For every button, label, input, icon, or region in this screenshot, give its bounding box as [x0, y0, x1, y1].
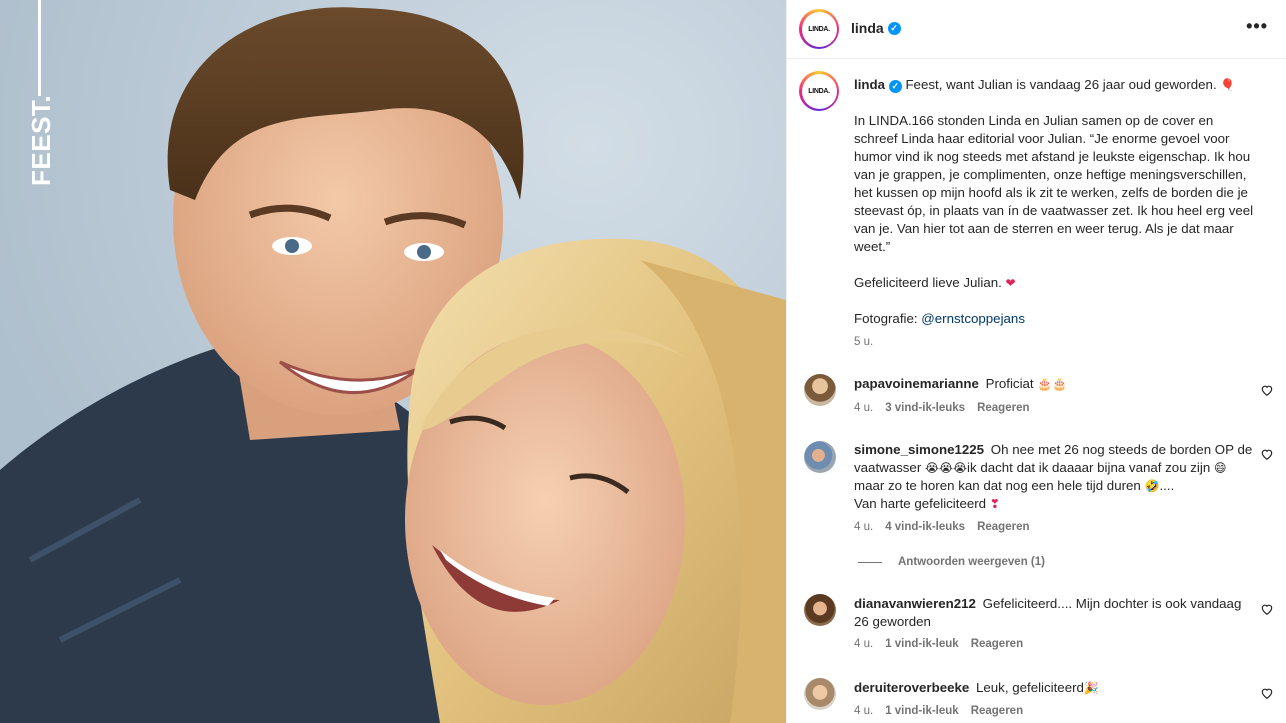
- caption-username[interactable]: linda: [854, 77, 885, 92]
- commenter-username[interactable]: simone_simone1225: [854, 442, 984, 457]
- post-panel: LINDA. linda ✓ ••• LINDA. linda ✓ Feest,…: [786, 0, 1286, 723]
- comment-likes[interactable]: 3 vind-ik-leuks: [885, 402, 965, 414]
- caption-timestamp[interactable]: 5 u.: [854, 336, 873, 348]
- caption-avatar[interactable]: LINDA.: [799, 71, 839, 111]
- photo-credit-label: Fotografie:: [854, 311, 918, 326]
- comment-meta: 4 u. 1 vind-ik-leuk Reageren: [854, 638, 1023, 650]
- heart-emoji: ❤: [1005, 276, 1016, 290]
- avatar-logo: LINDA.: [801, 11, 837, 47]
- view-replies-label: Antwoorden weergeven (1): [898, 556, 1045, 568]
- photo-overlay-text: FEEST.: [26, 94, 56, 186]
- comment-body: maar zo te horen kan dat nog een hele ti…: [854, 478, 1141, 493]
- comment-likes[interactable]: 1 vind-ik-leuk: [885, 638, 959, 650]
- comment-likes[interactable]: 1 vind-ik-leuk: [885, 705, 959, 717]
- like-heart-icon[interactable]: [1260, 383, 1274, 397]
- photo-decor-line: [38, 0, 41, 96]
- reply-button[interactable]: Reageren: [977, 402, 1029, 414]
- comment-time[interactable]: 4 u.: [854, 402, 873, 414]
- avatar-logo: LINDA.: [801, 73, 837, 109]
- crying-emoji: 😭😭😭: [924, 461, 968, 475]
- reply-button[interactable]: Reageren: [971, 705, 1023, 717]
- header-username[interactable]: linda: [851, 20, 884, 36]
- commenter-username[interactable]: dianavanwieren212: [854, 596, 976, 611]
- commenter-username[interactable]: papavoinemarianne: [854, 376, 979, 391]
- comment-body: ik dacht dat ik daaaar bijna vanaf zou z…: [967, 460, 1211, 475]
- commenter-avatar[interactable]: [804, 374, 836, 406]
- comment-likes[interactable]: 4 vind-ik-leuks: [885, 521, 965, 533]
- caption-congrats: Gefeliciteerd lieve Julian.: [854, 275, 1002, 290]
- like-heart-icon[interactable]: [1260, 602, 1274, 616]
- grin-emoji: 😄: [1213, 461, 1227, 475]
- heart-exclamation-emoji: ❣: [989, 497, 1000, 511]
- comment-meta: 4 u. 1 vind-ik-leuk Reageren: [854, 705, 1023, 717]
- balloon-emoji: 🎈: [1220, 78, 1236, 92]
- post-photo[interactable]: FEEST.: [0, 0, 786, 723]
- commenter-avatar[interactable]: [804, 441, 836, 473]
- comment-text: simone_simone1225 Oh nee met 26 nog stee…: [854, 441, 1254, 513]
- caption-first-line: Feest, want Julian is vandaag 26 jaar ou…: [905, 77, 1217, 92]
- party-popper-emoji: 🎉: [1083, 681, 1099, 695]
- reply-button[interactable]: Reageren: [971, 638, 1023, 650]
- more-options-icon[interactable]: •••: [1246, 16, 1268, 37]
- comment-time[interactable]: 4 u.: [854, 638, 873, 650]
- comment-text: dianavanwieren212 Gefeliciteerd.... Mijn…: [854, 595, 1254, 631]
- header-avatar[interactable]: LINDA.: [799, 9, 839, 49]
- commenter-avatar[interactable]: [804, 594, 836, 626]
- replies-divider: [858, 561, 882, 563]
- like-heart-icon[interactable]: [1260, 447, 1274, 461]
- rofl-emoji: 🤣: [1144, 479, 1160, 493]
- photo-credit-link[interactable]: @ernstcoppejans: [921, 311, 1025, 326]
- comment-text: papavoinemarianne Proficiat 🎂🎂: [854, 375, 1254, 393]
- verified-badge-icon: ✓: [888, 80, 902, 93]
- comment-meta: 4 u. 3 vind-ik-leuks Reageren: [854, 402, 1030, 414]
- comment-time[interactable]: 4 u.: [854, 705, 873, 717]
- comment-body: Leuk, gefeliciteerd: [976, 680, 1084, 695]
- view-replies-button[interactable]: Antwoorden weergeven (1): [858, 556, 1045, 568]
- comment-text: deruiteroverbeeke Leuk, gefeliciteerd🎉: [854, 679, 1254, 697]
- caption-body: linda ✓ Feest, want Julian is vandaag 26…: [854, 76, 1259, 346]
- reply-button[interactable]: Reageren: [977, 521, 1029, 533]
- cake-emoji: 🎂🎂: [1037, 377, 1068, 391]
- comment-meta: 4 u. 4 vind-ik-leuks Reageren: [854, 521, 1030, 533]
- verified-badge-icon: ✓: [887, 21, 901, 35]
- post-header: LINDA. linda ✓ •••: [787, 0, 1286, 59]
- comment-time[interactable]: 4 u.: [854, 521, 873, 533]
- header-username-row: linda ✓: [851, 20, 901, 36]
- commenter-avatar[interactable]: [804, 678, 836, 710]
- comment-body: Proficiat: [985, 376, 1034, 391]
- comment-body: ....: [1159, 478, 1175, 493]
- caption-paragraph: In LINDA.166 stonden Linda en Julian sam…: [854, 113, 1254, 254]
- commenter-username[interactable]: deruiteroverbeeke: [854, 680, 969, 695]
- comment-body: Van harte gefeliciteerd: [854, 496, 987, 511]
- like-heart-icon[interactable]: [1260, 686, 1274, 700]
- photo-illustration: [0, 0, 786, 723]
